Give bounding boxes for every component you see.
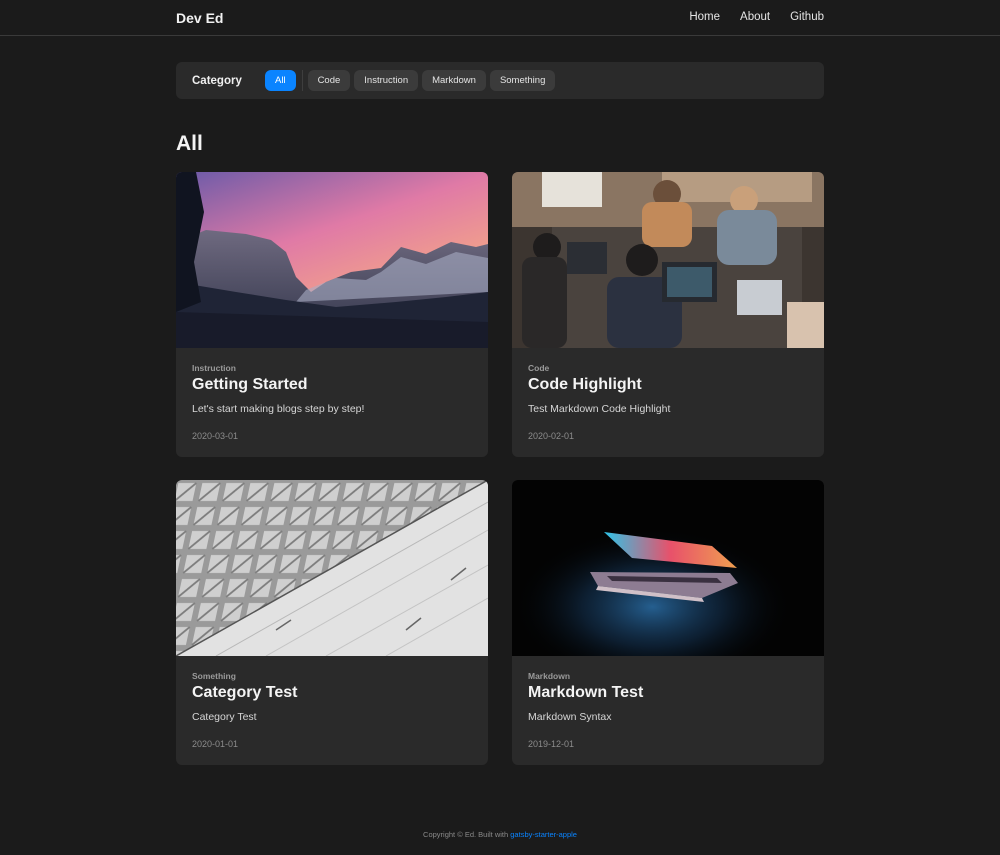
category-chip-code[interactable]: Code xyxy=(307,70,351,91)
post-thumbnail-architecture xyxy=(176,480,488,656)
category-label: Category xyxy=(192,74,242,87)
category-filter-bar: Category All Code Instruction Markdown S… xyxy=(176,62,824,99)
post-title: Category Test xyxy=(192,684,298,701)
post-category: Code xyxy=(528,363,550,373)
chip-divider xyxy=(301,70,303,91)
post-meta: Instruction Getting Started Let's start … xyxy=(176,348,488,441)
site-header: Dev Ed Home About Github xyxy=(0,0,1000,36)
post-description: Test Markdown Code Highlight xyxy=(528,403,671,415)
site-brand[interactable]: Dev Ed xyxy=(176,10,223,26)
section-title: All xyxy=(176,132,203,155)
post-title: Getting Started xyxy=(192,376,308,393)
post-description: Category Test xyxy=(192,711,257,723)
post-card-getting-started[interactable]: Instruction Getting Started Let's start … xyxy=(176,172,488,457)
category-chip-instruction[interactable]: Instruction xyxy=(354,70,419,91)
post-thumbnail-laptop-glow xyxy=(512,480,824,656)
post-description: Markdown Syntax xyxy=(528,711,612,723)
post-thumbnail-team-laptops xyxy=(512,172,824,348)
post-description: Let's start making blogs step by step! xyxy=(192,403,365,415)
post-meta: Markdown Markdown Test Markdown Syntax 2… xyxy=(512,656,824,749)
post-category: Instruction xyxy=(192,363,236,373)
post-title: Markdown Test xyxy=(528,684,644,701)
post-date: 2020-03-01 xyxy=(192,431,239,441)
category-chip-markdown[interactable]: Markdown xyxy=(422,70,486,91)
category-chip-all[interactable]: All xyxy=(265,70,296,91)
post-card-code-highlight[interactable]: Code Code Highlight Test Markdown Code H… xyxy=(512,172,824,457)
nav-github[interactable]: Github xyxy=(790,11,824,23)
post-date: 2019-12-01 xyxy=(528,739,575,749)
site-footer: Copyright © Ed. Built with gatsby-starte… xyxy=(0,830,1000,839)
category-chip-something[interactable]: Something xyxy=(489,70,556,91)
post-meta: Something Category Test Category Test 20… xyxy=(176,656,488,749)
post-card-category-test[interactable]: Something Category Test Category Test 20… xyxy=(176,480,488,765)
post-thumbnail-mountain xyxy=(176,172,488,348)
nav-home[interactable]: Home xyxy=(689,11,720,23)
footer-link-gatsby-starter-apple[interactable]: gatsby-starter-apple xyxy=(510,830,577,839)
post-card-markdown-test[interactable]: Markdown Markdown Test Markdown Syntax 2… xyxy=(512,480,824,765)
post-category: Markdown xyxy=(528,671,571,681)
post-title: Code Highlight xyxy=(528,376,642,393)
nav-about[interactable]: About xyxy=(740,11,770,23)
post-category: Something xyxy=(192,671,236,681)
footer-copyright: Copyright © Ed. Built with xyxy=(423,830,511,839)
post-date: 2020-01-01 xyxy=(192,739,239,749)
post-meta: Code Code Highlight Test Markdown Code H… xyxy=(512,348,824,441)
post-date: 2020-02-01 xyxy=(528,431,575,441)
top-nav: Home About Github xyxy=(689,11,824,23)
